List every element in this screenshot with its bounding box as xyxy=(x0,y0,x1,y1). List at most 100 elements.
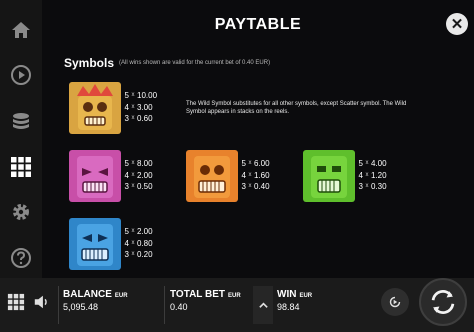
times-sign: x xyxy=(131,115,135,121)
pay-row: 4 x 1.60 xyxy=(239,170,270,182)
match-count: 3 xyxy=(241,182,246,191)
win-value: 98.84 xyxy=(277,302,300,312)
times-sign: x xyxy=(365,171,369,178)
paytable-values: 5 x 2.00 4 x 0.80 3 x 0.20 xyxy=(122,226,153,261)
times-sign: x xyxy=(131,160,135,166)
times-sign: x xyxy=(131,239,135,246)
paytable-grid-icon[interactable] xyxy=(5,151,37,183)
close-icon[interactable]: ✕ xyxy=(446,13,468,35)
payout-value: 4.00 xyxy=(371,159,387,168)
sidebar xyxy=(0,0,42,278)
times-sign: x xyxy=(131,171,135,178)
pay-row: 4 x 3.00 xyxy=(122,102,157,114)
times-sign: x xyxy=(248,171,252,178)
pay-row: 5 x 10.00 xyxy=(122,90,157,102)
match-count: 5 xyxy=(124,159,129,168)
blue-tiki-symbol xyxy=(69,218,121,270)
spin-button[interactable] xyxy=(419,278,467,326)
autoplay-icon[interactable] xyxy=(381,288,409,316)
match-count: 4 xyxy=(124,170,129,180)
pay-row: 5 x 8.00 xyxy=(122,158,153,170)
payout-value: 10.00 xyxy=(137,91,158,100)
balance-currency: EUR xyxy=(114,293,128,299)
wild-tiki-symbol xyxy=(69,82,121,134)
times-sign: x xyxy=(248,160,252,166)
times-sign: x xyxy=(248,183,252,189)
paytable-content: Symbols (All wins shown are valid for th… xyxy=(42,50,474,278)
times-sign: x xyxy=(131,183,135,189)
pay-row: 3 x 0.40 xyxy=(239,181,270,193)
header: PAYTABLE ✕ xyxy=(42,0,474,50)
pay-row: 5 x 2.00 xyxy=(122,226,153,238)
bet-up-chevron-icon[interactable] xyxy=(253,286,273,324)
payout-value: 1.20 xyxy=(371,170,387,180)
settings-gear-icon[interactable] xyxy=(5,196,37,228)
times-sign: x xyxy=(131,251,135,257)
green-tiki-symbol xyxy=(303,150,355,202)
times-sign: x xyxy=(131,103,135,110)
payout-value: 0.50 xyxy=(137,182,153,191)
balance-label: BALANCE EUR xyxy=(63,289,128,300)
paytable-values: 5 x 6.00 4 x 1.60 3 x 0.40 xyxy=(239,158,270,193)
paytable-values: 5 x 8.00 4 x 2.00 3 x 0.50 xyxy=(122,158,153,193)
match-count: 3 xyxy=(124,182,129,191)
sound-icon[interactable] xyxy=(30,290,54,314)
match-count: 4 xyxy=(124,102,129,112)
pay-row: 4 x 1.20 xyxy=(356,170,387,182)
balance-value: 5,095.48 xyxy=(63,302,99,312)
pay-row: 3 x 0.20 xyxy=(122,249,153,261)
match-count: 5 xyxy=(358,159,363,168)
times-sign: x xyxy=(131,92,135,98)
win-label: WIN EUR xyxy=(277,289,313,300)
coins-icon[interactable] xyxy=(5,105,37,137)
payout-value: 0.40 xyxy=(254,182,270,191)
bottom-bar: BALANCE EUR 5,095.48 TOTAL BET EUR 0.40 WI… xyxy=(0,278,474,332)
payout-value: 8.00 xyxy=(137,159,153,168)
win-currency: EUR xyxy=(299,293,313,299)
match-count: 4 xyxy=(358,170,363,180)
payout-value: 0.30 xyxy=(371,182,387,191)
section-title: Symbols xyxy=(64,56,115,70)
pay-row: 3 x 0.50 xyxy=(122,181,153,193)
orange-tiki-symbol xyxy=(186,150,238,202)
match-count: 4 xyxy=(241,170,246,180)
payout-value: 0.80 xyxy=(137,238,153,248)
match-count: 3 xyxy=(124,250,129,259)
paytable-values: 5 x 4.00 4 x 1.20 3 x 0.30 xyxy=(356,158,387,193)
payout-value: 2.00 xyxy=(137,170,153,180)
match-count: 5 xyxy=(124,227,129,236)
pay-row: 3 x 0.60 xyxy=(122,113,157,125)
pay-row: 5 x 4.00 xyxy=(356,158,387,170)
match-count: 5 xyxy=(241,159,246,168)
times-sign: x xyxy=(131,228,135,234)
payout-value: 2.00 xyxy=(137,227,153,236)
menu-grid-icon[interactable] xyxy=(4,290,28,314)
pay-row: 3 x 0.30 xyxy=(356,181,387,193)
match-count: 3 xyxy=(124,114,129,123)
wild-description: The Wild Symbol substitutes for all othe… xyxy=(186,101,407,115)
help-icon[interactable] xyxy=(5,242,37,274)
paytable-values: 5 x 10.00 4 x 3.00 3 x 0.60 xyxy=(122,90,157,125)
total-bet-currency: EUR xyxy=(228,293,241,299)
home-icon[interactable] xyxy=(5,14,37,46)
payout-value: 0.60 xyxy=(137,114,153,123)
pay-row: 4 x 2.00 xyxy=(122,170,153,182)
payout-value: 1.60 xyxy=(254,170,270,180)
match-count: 5 xyxy=(124,91,129,100)
pay-row: 4 x 0.80 xyxy=(122,238,153,250)
times-sign: x xyxy=(365,160,369,166)
total-bet-label: TOTAL BET EUR xyxy=(170,289,241,300)
payout-value: 6.00 xyxy=(254,159,270,168)
section-subtitle: (All wins shown are valid for the curren… xyxy=(119,60,271,66)
autoplay-icon[interactable] xyxy=(5,59,37,91)
divider xyxy=(58,286,59,324)
divider xyxy=(164,286,165,324)
times-sign: x xyxy=(365,183,369,189)
total-bet-value[interactable]: 0.40 xyxy=(170,302,188,312)
pay-row: 5 x 6.00 xyxy=(239,158,270,170)
spin-arrows-icon xyxy=(431,290,455,314)
match-count: 4 xyxy=(124,238,129,248)
page-title: PAYTABLE xyxy=(214,16,302,33)
payout-value: 0.20 xyxy=(137,250,153,259)
pink-tiki-symbol xyxy=(69,150,121,202)
